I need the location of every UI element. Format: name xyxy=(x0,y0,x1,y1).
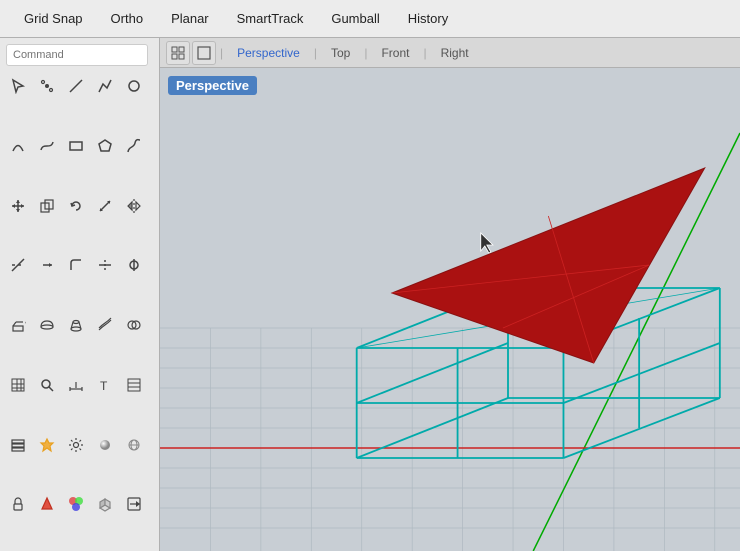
tool-dimension[interactable] xyxy=(62,371,90,399)
tool-move[interactable] xyxy=(4,192,32,220)
tool-split[interactable] xyxy=(91,251,119,279)
tool-polygon[interactable] xyxy=(91,132,119,160)
tool-extrude[interactable] xyxy=(4,311,32,339)
toolbar: T xyxy=(0,38,160,551)
tab-perspective[interactable]: Perspective xyxy=(227,44,310,62)
tool-freeform[interactable] xyxy=(120,132,148,160)
perspective-label: Perspective xyxy=(168,76,257,95)
viewport-area: | Perspective | Top | Front | Right xyxy=(160,38,740,551)
tool-sweep[interactable] xyxy=(91,311,119,339)
tool-color[interactable] xyxy=(62,490,90,518)
tool-scale[interactable] xyxy=(91,192,119,220)
tool-text[interactable]: T xyxy=(91,371,119,399)
tab-divider-3: | xyxy=(362,46,369,60)
tool-mesh[interactable] xyxy=(4,371,32,399)
menu-smarttrack[interactable]: SmartTrack xyxy=(223,5,318,32)
tool-settings[interactable] xyxy=(62,431,90,459)
tab-divider-1: | xyxy=(218,46,225,60)
tool-arc[interactable] xyxy=(4,132,32,160)
tool-pointer[interactable] xyxy=(4,72,32,100)
tool-boolean[interactable] xyxy=(120,311,148,339)
tool-dot[interactable] xyxy=(33,72,61,100)
tool-revolve[interactable] xyxy=(33,311,61,339)
tool-grid2[interactable] xyxy=(120,431,148,459)
tool-loft[interactable] xyxy=(62,311,90,339)
menu-grid-snap[interactable]: Grid Snap xyxy=(10,5,97,32)
tool-fillet[interactable] xyxy=(62,251,90,279)
tool-polyline[interactable] xyxy=(91,72,119,100)
tool-layer[interactable] xyxy=(4,431,32,459)
viewport-grid-icon[interactable] xyxy=(166,41,190,65)
tool-curve[interactable] xyxy=(33,132,61,160)
tool-join[interactable] xyxy=(120,251,148,279)
tool-trim[interactable] xyxy=(4,251,32,279)
tool-copy[interactable] xyxy=(33,192,61,220)
viewport-tabs: | Perspective | Top | Front | Right xyxy=(160,38,740,68)
tool-cube[interactable] xyxy=(91,490,119,518)
tool-star[interactable] xyxy=(33,431,61,459)
tool-hatch[interactable] xyxy=(120,371,148,399)
tab-divider-4: | xyxy=(421,46,428,60)
menu-ortho[interactable]: Ortho xyxy=(97,5,158,32)
tool-mirror[interactable] xyxy=(120,192,148,220)
svg-text:T: T xyxy=(100,379,108,393)
menu-gumball[interactable]: Gumball xyxy=(317,5,393,32)
tool-grid: T xyxy=(0,70,159,551)
tool-line[interactable] xyxy=(62,72,90,100)
menu-planar[interactable]: Planar xyxy=(157,5,223,32)
menu-bar: Grid Snap Ortho Planar SmartTrack Gumbal… xyxy=(0,0,740,38)
viewport-single-icon[interactable] xyxy=(192,41,216,65)
tab-divider-2: | xyxy=(312,46,319,60)
viewport-3d[interactable]: Perspective xyxy=(160,68,740,551)
tool-circle[interactable] xyxy=(120,72,148,100)
tool-analyze[interactable] xyxy=(33,371,61,399)
tab-right[interactable]: Right xyxy=(431,44,479,62)
tool-rectangle[interactable] xyxy=(62,132,90,160)
tool-rotate[interactable] xyxy=(62,192,90,220)
tool-render-material[interactable] xyxy=(91,431,119,459)
tab-top[interactable]: Top xyxy=(321,44,360,62)
tool-cone[interactable] xyxy=(33,490,61,518)
grid-canvas xyxy=(160,68,740,551)
tool-extend[interactable] xyxy=(33,251,61,279)
main-area: T xyxy=(0,38,740,551)
command-input[interactable] xyxy=(6,44,148,66)
tab-front[interactable]: Front xyxy=(371,44,419,62)
tool-lock[interactable] xyxy=(4,490,32,518)
tool-arrow[interactable] xyxy=(120,490,148,518)
menu-history[interactable]: History xyxy=(394,5,462,32)
